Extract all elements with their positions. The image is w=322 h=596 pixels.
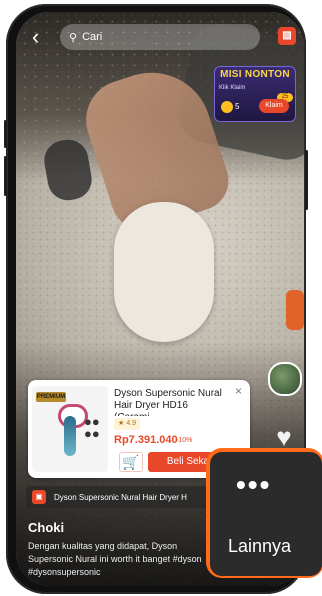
chevron-left-icon[interactable]: ‹ [32, 26, 52, 50]
product-thumbnail[interactable]: PREMIUM ●● ●● [32, 386, 108, 472]
close-icon[interactable]: × [235, 385, 245, 397]
product-price: Rp7.391.040 [114, 434, 178, 446]
coin-icon [221, 101, 233, 113]
premium-tag: PREMIUM [36, 392, 66, 402]
product-name[interactable]: Dyson Supersonic Nural Hair Dryer HD16 (… [114, 388, 232, 416]
heart-icon[interactable]: ♥ [270, 424, 298, 450]
cart-icon[interactable]: ▨ [278, 27, 296, 45]
post-description: Dengan kualitas yang didapat, Dyson Supe… [28, 541, 202, 577]
orange-object [286, 290, 304, 330]
discount-label: -10% [176, 437, 193, 444]
claim-button[interactable]: Klaim [259, 99, 289, 113]
cart-icon: 🛒 [122, 454, 140, 470]
shopping-bag-icon: ▣ [32, 490, 46, 504]
avatar[interactable] [268, 362, 302, 396]
rating-badge: ★ 4.9 [114, 418, 140, 430]
top-bar: ‹ ⚲ Cari ▨ [26, 24, 296, 52]
product-link-text: Dyson Supersonic Nural Hair Dryer H [54, 492, 187, 502]
more-dots-icon: ••• [236, 469, 272, 500]
volume-button [4, 120, 7, 148]
search-input[interactable]: ⚲ Cari [60, 24, 260, 50]
mission-subtitle: Klik Klaim [219, 85, 246, 91]
mission-title: MISI NONTON [220, 69, 290, 80]
coin-value: 5 [235, 102, 240, 111]
board-shape [114, 202, 214, 342]
dryer-handle-image [64, 416, 76, 456]
add-to-cart-button[interactable]: 🛒 [119, 452, 143, 472]
search-icon: ⚲ [69, 31, 78, 44]
username[interactable]: Choki [28, 520, 64, 535]
volume-button [4, 156, 7, 196]
attachments-image: ●● ●● [84, 414, 100, 441]
power-button [305, 150, 308, 210]
rating-value: 4.9 [126, 420, 136, 427]
search-placeholder: Cari [82, 31, 103, 43]
more-menu-label: Lainnya [228, 536, 292, 556]
mission-widget[interactable]: MISI NONTON Klik Klaim 5 25 Klaim [214, 66, 296, 122]
product-link-strip[interactable]: ▣ Dyson Supersonic Nural Hair Dryer H [26, 486, 216, 508]
